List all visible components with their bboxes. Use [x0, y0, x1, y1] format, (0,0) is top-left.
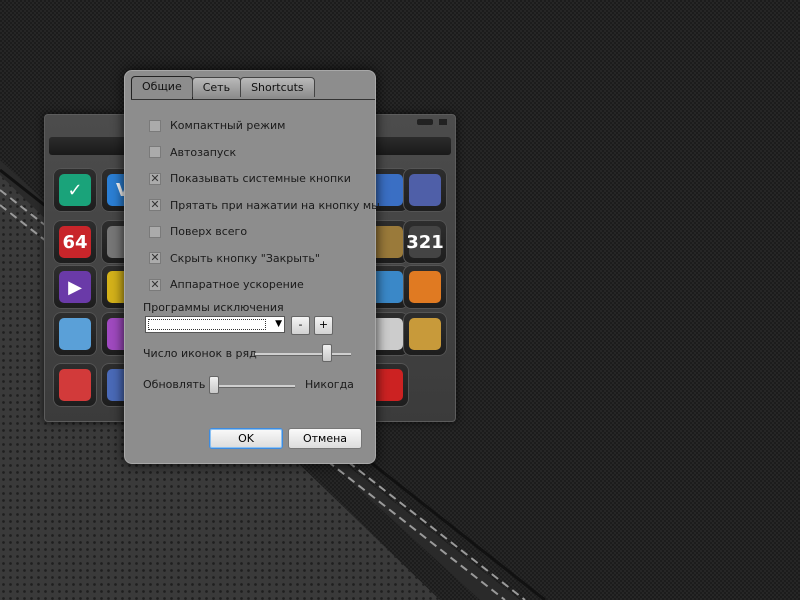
tab-divider	[131, 99, 375, 100]
option-checkbox[interactable]	[149, 225, 161, 238]
tab-shortcuts[interactable]: Shortcuts	[240, 77, 315, 97]
launcher-tile[interactable]: ▶	[53, 265, 97, 309]
ok-button[interactable]: OK	[209, 428, 283, 449]
launcher-tile[interactable]: 321	[403, 220, 447, 264]
launcher-tile[interactable]	[403, 168, 447, 212]
option-checkbox[interactable]	[149, 146, 161, 158]
launcher-tile[interactable]	[53, 312, 97, 356]
option-row[interactable]: ✕ Аппаратное ускорение	[149, 278, 304, 291]
cube-icon	[59, 369, 91, 401]
pin-icon[interactable]	[417, 119, 433, 125]
option-label: Автозапуск	[170, 145, 237, 159]
option-label: Прятать при нажатии на кнопку мы	[170, 198, 380, 212]
launcher-tile[interactable]	[53, 363, 97, 407]
option-row[interactable]: ✕ Показывать системные кнопки	[149, 172, 351, 185]
firefox-icon	[409, 271, 441, 303]
option-row[interactable]: Поверх всего	[149, 225, 247, 238]
refresh-value: Никогда	[305, 378, 354, 391]
option-row[interactable]: Компактный режим	[149, 119, 285, 132]
option-checkbox[interactable]: ✕	[149, 199, 161, 211]
mpc-icon: 321	[406, 226, 444, 258]
exclusions-value	[148, 319, 266, 330]
option-row[interactable]: Автозапуск	[149, 146, 236, 159]
shield-icon: ✓	[59, 174, 91, 206]
tab-bar: Общие Сеть Shortcuts	[131, 76, 315, 99]
icons-per-row-track[interactable]	[255, 353, 351, 356]
refresh-track[interactable]	[209, 385, 295, 388]
option-label: Аппаратное ускорение	[170, 278, 304, 291]
launcher-tile[interactable]: 64	[53, 220, 97, 264]
tab-general[interactable]: Общие	[131, 76, 193, 99]
settings-dialog: Общие Сеть Shortcuts Компактный режим Авт…	[124, 70, 380, 464]
option-label: Поверх всего	[170, 225, 248, 238]
remove-exclusion-button[interactable]: -	[291, 316, 310, 335]
ufo-icon	[409, 174, 441, 206]
minimize-icon[interactable]	[439, 119, 447, 125]
tab-network[interactable]: Сеть	[191, 77, 242, 97]
option-label: Показывать системные кнопки	[170, 172, 351, 185]
cancel-button[interactable]: Отмена	[288, 428, 362, 449]
option-checkbox[interactable]: ✕	[149, 252, 161, 264]
windows-icon	[59, 318, 91, 350]
refresh-slider[interactable]	[209, 376, 219, 394]
option-label: Скрыть кнопку "Закрыть"	[170, 251, 320, 265]
exclusions-select[interactable]: ▼	[145, 316, 285, 333]
launcher-tile[interactable]	[403, 265, 447, 309]
option-row[interactable]: ✕ Прятать при нажатии на кнопку мы	[149, 199, 380, 212]
icons-per-row-label: Число иконок в ряд	[143, 347, 257, 360]
option-row[interactable]: ✕ Скрыть кнопку "Закрыть"	[149, 252, 320, 265]
add-exclusion-button[interactable]: +	[314, 316, 333, 335]
option-checkbox[interactable]: ✕	[149, 172, 161, 185]
paint-icon	[409, 318, 441, 350]
refresh-label: Обновлять	[143, 378, 206, 391]
exclusions-label: Программы исключения	[143, 301, 284, 314]
aida64-icon: 64	[59, 226, 91, 258]
option-checkbox[interactable]	[149, 119, 161, 132]
launcher-tile[interactable]: ✓	[53, 168, 97, 212]
chevron-down-icon: ▼	[275, 319, 282, 329]
option-checkbox[interactable]: ✕	[149, 278, 161, 291]
launcher-tile[interactable]	[403, 312, 447, 356]
option-label: Компактный режим	[170, 119, 286, 132]
icons-per-row-slider[interactable]	[322, 344, 332, 362]
media-player-icon: ▶	[59, 271, 91, 303]
